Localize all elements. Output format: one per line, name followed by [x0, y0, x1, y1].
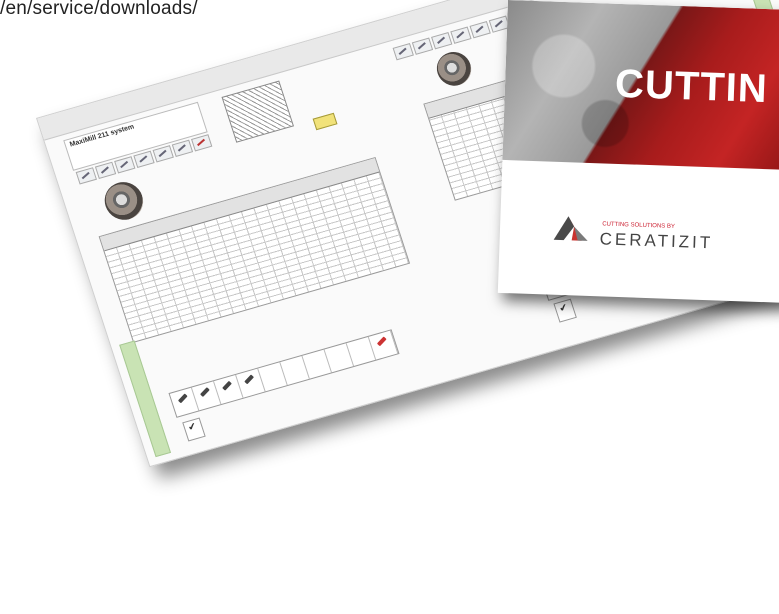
milling-icon [75, 167, 97, 185]
milling-icon [431, 32, 453, 50]
logo-brand: CERATIZIT [599, 229, 714, 253]
milling-icon [152, 145, 174, 163]
logo-tagline: CUTTING SOLUTIONS BY [602, 221, 675, 230]
check-icon [182, 417, 206, 442]
section-side-bar-left [119, 340, 172, 458]
material-icon [191, 134, 213, 152]
milling-icon [94, 161, 117, 180]
milling-icon [171, 139, 194, 157]
milling-cutter-image [432, 48, 476, 90]
technical-drawing [221, 80, 295, 143]
ceratizit-logo: CUTTING SOLUTIONS BY CERATIZIT [552, 212, 714, 252]
milling-icon [114, 156, 136, 174]
insert-tag [312, 112, 338, 131]
cover-title: CUTTIN [614, 61, 769, 112]
milling-icon [133, 150, 155, 168]
specification-table-left [98, 156, 411, 343]
insert-grades-row-left [168, 329, 400, 418]
milling-icon [411, 37, 434, 55]
milling-icon [469, 20, 491, 39]
milling-icon [450, 26, 472, 44]
milling-cutter-image [99, 177, 149, 225]
milling-icon [392, 43, 414, 61]
url-text[interactable]: /en/service/downloads/ [0, 0, 198, 20]
logo-triangle-icon [553, 216, 588, 241]
check-icon [553, 298, 577, 323]
brochure-cover[interactable]: CUTTIN CUTTING SOLUTIONS BY CERATIZIT [497, 0, 779, 303]
